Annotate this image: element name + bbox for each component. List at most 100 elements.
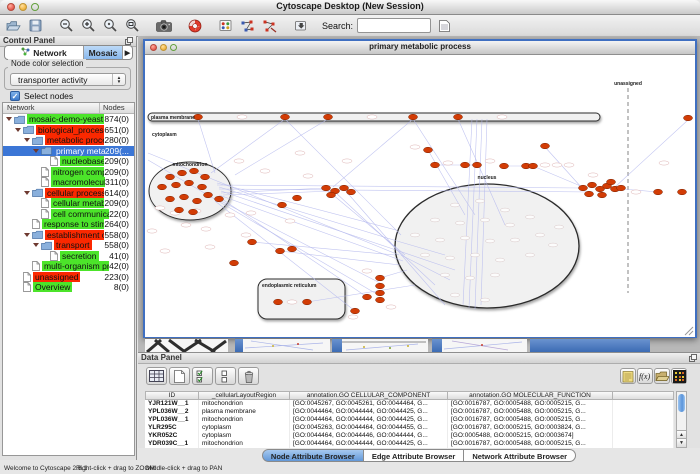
table-cell[interactable]: YDR039C__1 xyxy=(145,440,199,448)
graph-node[interactable] xyxy=(303,299,312,305)
graph-node[interactable] xyxy=(678,189,687,195)
tree-row[interactable]: mosaic-demo-yeast874(0) xyxy=(3,114,134,125)
column-header[interactable] xyxy=(613,391,674,400)
snapshot-button[interactable] xyxy=(155,17,172,34)
expand-triangle-icon[interactable] xyxy=(6,117,12,121)
tree-header-nodes[interactable]: Nodes xyxy=(100,103,134,113)
table-cell[interactable]: [GO:0016787, GO:0005488, GO:0005215, G..… xyxy=(448,400,613,408)
graph-node[interactable] xyxy=(473,162,482,168)
table-cell[interactable]: YKR052C xyxy=(145,432,199,440)
scroll-down-arrow[interactable]: ▼ xyxy=(677,438,686,447)
graph-node[interactable] xyxy=(180,194,189,200)
tree-row[interactable]: cell communicat22(0) xyxy=(3,209,134,220)
create-network-view-button[interactable] xyxy=(239,17,256,34)
graph-node[interactable] xyxy=(293,195,302,201)
tree-row[interactable]: cellular process614(0) xyxy=(3,188,134,199)
table-row[interactable]: YKR052Ccytoplasm[GO:0044464, GO:0044446,… xyxy=(145,432,674,440)
select-nodes-checkbox[interactable]: ✓ xyxy=(10,91,20,101)
attribute-select-button[interactable] xyxy=(146,367,167,385)
table-cell[interactable] xyxy=(613,400,674,408)
destroy-network-view-button[interactable] xyxy=(261,17,278,34)
graph-node[interactable] xyxy=(579,185,588,191)
delete-attribute-button[interactable] xyxy=(238,367,259,385)
node-color-dropdown[interactable]: transporter activity ▲▼ xyxy=(10,73,126,86)
expand-triangle-icon[interactable] xyxy=(24,191,30,195)
graph-node[interactable] xyxy=(617,185,626,191)
graph-node[interactable] xyxy=(230,260,239,266)
expand-triangle-icon[interactable] xyxy=(33,243,39,247)
scrollbar-thumb[interactable] xyxy=(678,394,685,412)
float-panel-icon[interactable] xyxy=(689,354,697,365)
graph-node[interactable] xyxy=(201,174,210,180)
expand-triangle-icon[interactable] xyxy=(24,233,30,237)
table-cell[interactable]: mitochondrion xyxy=(199,400,290,408)
graph-node[interactable] xyxy=(376,297,385,303)
graph-node[interactable] xyxy=(281,114,290,120)
graph-node[interactable] xyxy=(185,180,194,186)
graph-node[interactable] xyxy=(607,179,616,185)
graph-node[interactable] xyxy=(409,114,418,120)
table-cell[interactable]: YLR295C xyxy=(145,424,199,432)
graph-node[interactable] xyxy=(376,290,385,296)
table-cell[interactable]: YJR121W__1 xyxy=(145,400,199,408)
background-window-edge[interactable] xyxy=(235,338,243,352)
table-cell[interactable]: [GO:0016787, GO:0005215, GO:0003824, G..… xyxy=(448,424,613,432)
table-cell[interactable]: [GO:0005488, GO:0005215, GO:0003674] xyxy=(448,432,613,440)
graph-node[interactable] xyxy=(376,283,385,289)
table-cell[interactable]: [GO:0016787, GO:0005488, GO:0005215, G..… xyxy=(448,440,613,448)
network-canvas[interactable]: plasma membrane cytoplasm mitochondrion … xyxy=(145,55,695,337)
tab-network-attribute-browser[interactable]: Network Attribute Browser xyxy=(464,449,576,462)
graph-node[interactable] xyxy=(158,184,167,190)
graph-node[interactable] xyxy=(278,202,287,208)
graph-node[interactable] xyxy=(363,294,372,300)
expand-triangle-icon[interactable] xyxy=(24,138,30,142)
graph-node[interactable] xyxy=(500,163,509,169)
table-row[interactable]: YPL036W__1mitochondrion[GO:0044464, GO:0… xyxy=(145,416,674,424)
table-cell[interactable]: [GO:0044464, GO:0044444, GO:0044425, G..… xyxy=(290,408,448,416)
graph-node[interactable] xyxy=(288,246,297,252)
tree-row[interactable]: Overview8(0) xyxy=(3,282,134,293)
save-session-button[interactable] xyxy=(27,17,44,34)
zoom-selected-button[interactable] xyxy=(102,17,119,34)
table-cell[interactable]: [GO:0016787, GO:0005488, GO:0005215, G..… xyxy=(448,408,613,416)
background-window[interactable] xyxy=(530,338,650,352)
graph-node[interactable] xyxy=(424,147,433,153)
table-row[interactable]: YDR039C__1mitochondrion[GO:0044464, GO:0… xyxy=(145,440,674,448)
graph-node[interactable] xyxy=(166,196,175,202)
tree-row[interactable]: nitrogen compo209(0) xyxy=(3,167,134,178)
graph-node[interactable] xyxy=(166,174,175,180)
graph-node[interactable] xyxy=(276,248,285,254)
function-builder-button[interactable]: f(x) xyxy=(637,368,653,384)
graph-node[interactable] xyxy=(541,143,550,149)
unselect-attributes-button[interactable] xyxy=(215,367,236,385)
table-cell[interactable]: cytoplasm xyxy=(199,432,290,440)
tree-row[interactable]: unassigned223(0) xyxy=(3,272,134,283)
table-row[interactable]: YPL036W__2plasma membrane[GO:0044464, GO… xyxy=(145,408,674,416)
background-window-edge[interactable] xyxy=(432,338,442,352)
table-cell[interactable]: mitochondrion xyxy=(199,440,290,448)
graph-node[interactable] xyxy=(215,196,224,202)
table-cell[interactable]: mitochondrion xyxy=(199,416,290,424)
table-cell[interactable]: [GO:0044464, GO:0044446, GO:0044444, G..… xyxy=(290,432,448,440)
graph-node[interactable] xyxy=(347,189,356,195)
column-header[interactable]: annotation.GO MOLECULAR_FUNCTION xyxy=(448,391,613,400)
table-cell[interactable]: [GO:0045267, GO:0045261, GO:0044464, G..… xyxy=(290,400,448,408)
table-row[interactable]: YLR295Ccytoplasm[GO:0045263, GO:0044464,… xyxy=(145,424,674,432)
background-window[interactable] xyxy=(243,338,330,352)
background-window[interactable] xyxy=(342,338,428,352)
graph-node[interactable] xyxy=(175,207,184,213)
tree-row[interactable]: metabolic process280(0) xyxy=(3,135,134,146)
graph-node[interactable] xyxy=(248,239,257,245)
graph-node[interactable] xyxy=(327,192,336,198)
table-cell[interactable]: cytoplasm xyxy=(199,424,290,432)
graph-node[interactable] xyxy=(189,209,198,215)
table-cell[interactable] xyxy=(613,432,674,440)
tree-row[interactable]: primary metabo209(... xyxy=(3,146,134,157)
table-row[interactable]: YJR121W__1mitochondrion[GO:0045267, GO:0… xyxy=(145,400,674,408)
graph-node[interactable] xyxy=(654,189,663,195)
tree-row[interactable]: macromolecule311(0) xyxy=(3,177,134,188)
tab-node-attribute-browser[interactable]: Node Attribute Browser xyxy=(262,449,364,462)
table-cell[interactable] xyxy=(613,416,674,424)
graph-node[interactable] xyxy=(376,275,385,281)
search-input[interactable] xyxy=(358,19,431,32)
